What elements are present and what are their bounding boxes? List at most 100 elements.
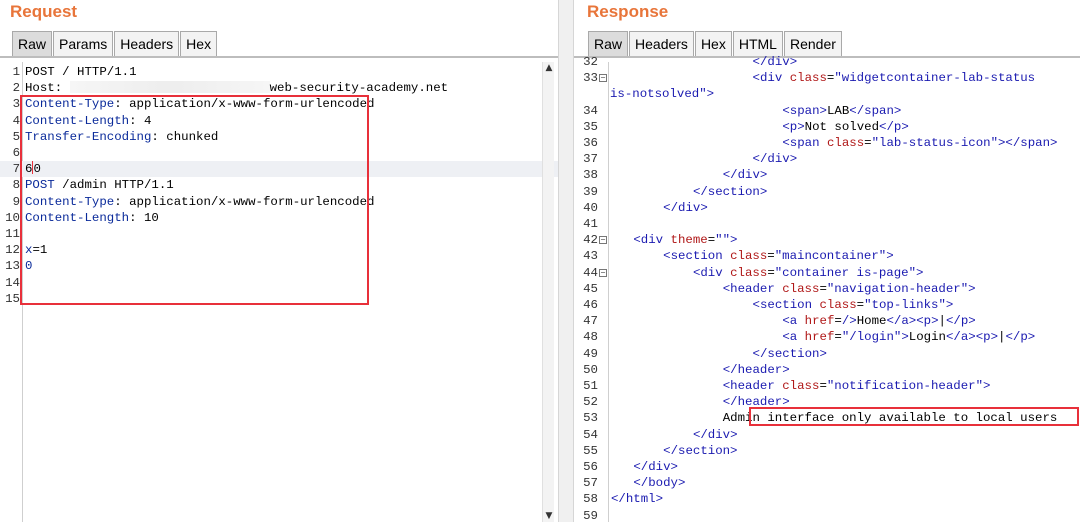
response-line[interactable]: 53 Admin interface only available to loca… [574,410,1080,426]
line-number: 9 [12,194,20,209]
line-number: 49 [583,346,598,361]
request-line[interactable]: 15 [0,291,558,307]
scroll-down-icon[interactable]: ▼ [544,511,554,521]
response-line-text: <span>LAB</span> [782,103,902,118]
request-line[interactable]: 10 Content-Length: 10 [0,210,558,226]
response-line[interactable]: 58 </html> [574,491,1080,507]
response-line[interactable]: 33− <div class="widgetcontainer-lab-statu… [574,70,1080,86]
request-line[interactable]: 3 Content-Type: application/x-www-form-ur… [0,96,558,112]
request-line[interactable]: 9 Content-Type: application/x-www-form-ur… [0,194,558,210]
line-number [574,86,598,102]
request-line[interactable]: 5 Transfer-Encoding: chunked [0,129,558,145]
response-line[interactable]: 43 <section class="maincontainer"> [574,248,1080,264]
response-line[interactable]: 52 </header> [574,394,1080,410]
response-line-text: is-notsolved"> [610,87,715,102]
response-line[interactable]: 38 </div> [574,167,1080,183]
request-line[interactable]: 6 [0,145,558,161]
response-line[interactable]: 49 </section> [574,346,1080,362]
line-number: 41 [583,217,598,231]
response-line-text: </section> [692,184,768,199]
response-pane: Response Raw Headers Hex HTML Render 32 <… [574,0,1080,522]
response-line[interactable]: 40 </div> [574,200,1080,216]
response-line-text: </section> [752,346,827,361]
line-number: 45 [583,281,598,296]
request-line-text: 60 [25,161,41,177]
line-number: 15 [5,291,20,306]
line-number: 14 [5,275,20,290]
request-line[interactable]: 14 [0,275,558,291]
request-line-text: POST /admin HTTP/1.1 [25,178,174,193]
response-line-text: </header> [722,395,790,410]
fold-toggle-icon[interactable]: − [599,268,607,277]
request-line[interactable]: 7 60 [0,161,558,178]
response-line[interactable]: 34 <span>LAB</span> [574,103,1080,119]
request-tab-underline [0,56,558,58]
response-line[interactable]: 44− <div class="container is-page"> [574,265,1080,281]
request-editor[interactable]: 1 POST / HTTP/1.1 2 Host: web-security-acad… [0,62,558,522]
response-line[interactable]: 51 <header class="notification-header"> [574,378,1080,394]
response-line[interactable]: 36 <span class="lab-status-icon"></span> [574,135,1080,151]
request-line[interactable]: 12 x=1 [0,242,558,258]
response-line[interactable]: 57 </body> [574,475,1080,491]
response-line[interactable]: 56 </div> [574,459,1080,475]
response-line[interactable]: 37 </div> [574,151,1080,167]
line-number: 50 [583,362,598,377]
response-line[interactable]: 55 </section> [574,443,1080,459]
response-line-text: <div theme=""> [633,233,738,248]
response-line-text: <a href=/>Home</a><p>|</p> [782,314,976,329]
line-number: 47 [583,314,598,329]
response-line[interactable]: 45 <header class="navigation-header"> [574,281,1080,297]
line-number: 6 [12,146,20,160]
response-line[interactable]: 46 <section class="top-links"> [574,297,1080,313]
response-line-text: </header> [722,362,790,377]
line-number: 13 [5,259,20,274]
line-number: 36 [583,136,598,150]
line-number: 12 [5,243,20,258]
response-line[interactable]: 32 </div> [574,54,1080,70]
response-line[interactable]: 50 </header> [574,362,1080,378]
response-line-text: </div> [692,427,738,442]
scroll-up-icon[interactable]: ▲ [544,63,554,73]
request-line-text: Content-Type: application/x-www-form-url… [25,194,375,209]
line-number: 43 [583,249,598,264]
fold-toggle-icon[interactable]: − [599,74,607,83]
line-number: 52 [583,395,598,410]
response-line[interactable]: 47 <a href=/>Home</a><p>|</p> [574,313,1080,329]
response-line[interactable]: 48 <a href="/login">Login</a><p>|</p> [574,329,1080,345]
response-editor[interactable]: 32 </div> 33− <div class="widgetcontainer-l… [574,55,1080,522]
request-line[interactable]: 2 Host: web-security-academy.net [0,80,558,96]
line-number: 34 [583,103,598,118]
response-line-text: <a href="/login">Login</a><p>|</p> [782,330,1036,345]
line-number: 40 [583,200,598,215]
response-line-text: </div> [752,152,798,167]
line-number: 7 [12,162,20,177]
fold-toggle-icon[interactable]: − [599,236,607,245]
pane-splitter[interactable] [558,0,574,522]
response-line[interactable]: 41 [574,216,1080,232]
line-number: 42 [583,233,598,248]
line-number: 8 [12,178,20,193]
response-line-text: <div class="widgetcontainer-lab-status [752,71,1036,86]
request-tab-headers[interactable]: Headers [114,31,180,57]
request-line[interactable]: 11 [0,226,558,242]
response-line-text: <p>Not solved</p> [782,119,909,134]
request-tab-hex[interactable]: Hex [180,31,218,57]
request-line[interactable]: 8 POST /admin HTTP/1.1 [0,177,558,193]
request-scrollbar[interactable]: ▲ ▼ [542,62,554,522]
response-line[interactable]: 42− <div theme=""> [574,232,1080,248]
line-number: 59 [583,508,598,522]
line-number: 32 [583,55,598,69]
response-line[interactable]: 59 [574,508,1080,522]
request-line[interactable]: 4 Content-Length: 4 [0,113,558,129]
request-line-text: Host: web-security-academy.net [25,81,449,96]
response-line[interactable]: is-notsolved"> [574,86,1080,102]
request-tab-params[interactable]: Params [53,31,114,57]
response-line-text: </html> [611,492,664,507]
request-tab-raw[interactable]: Raw [12,31,53,57]
response-line[interactable]: 39 </section> [574,184,1080,200]
response-line[interactable]: 54 </div> [574,427,1080,443]
request-line[interactable]: 1 POST / HTTP/1.1 [0,64,558,80]
request-line[interactable]: 13 0 [0,258,558,274]
response-line[interactable]: 35 <p>Not solved</p> [574,119,1080,135]
line-number: 3 [12,97,20,112]
